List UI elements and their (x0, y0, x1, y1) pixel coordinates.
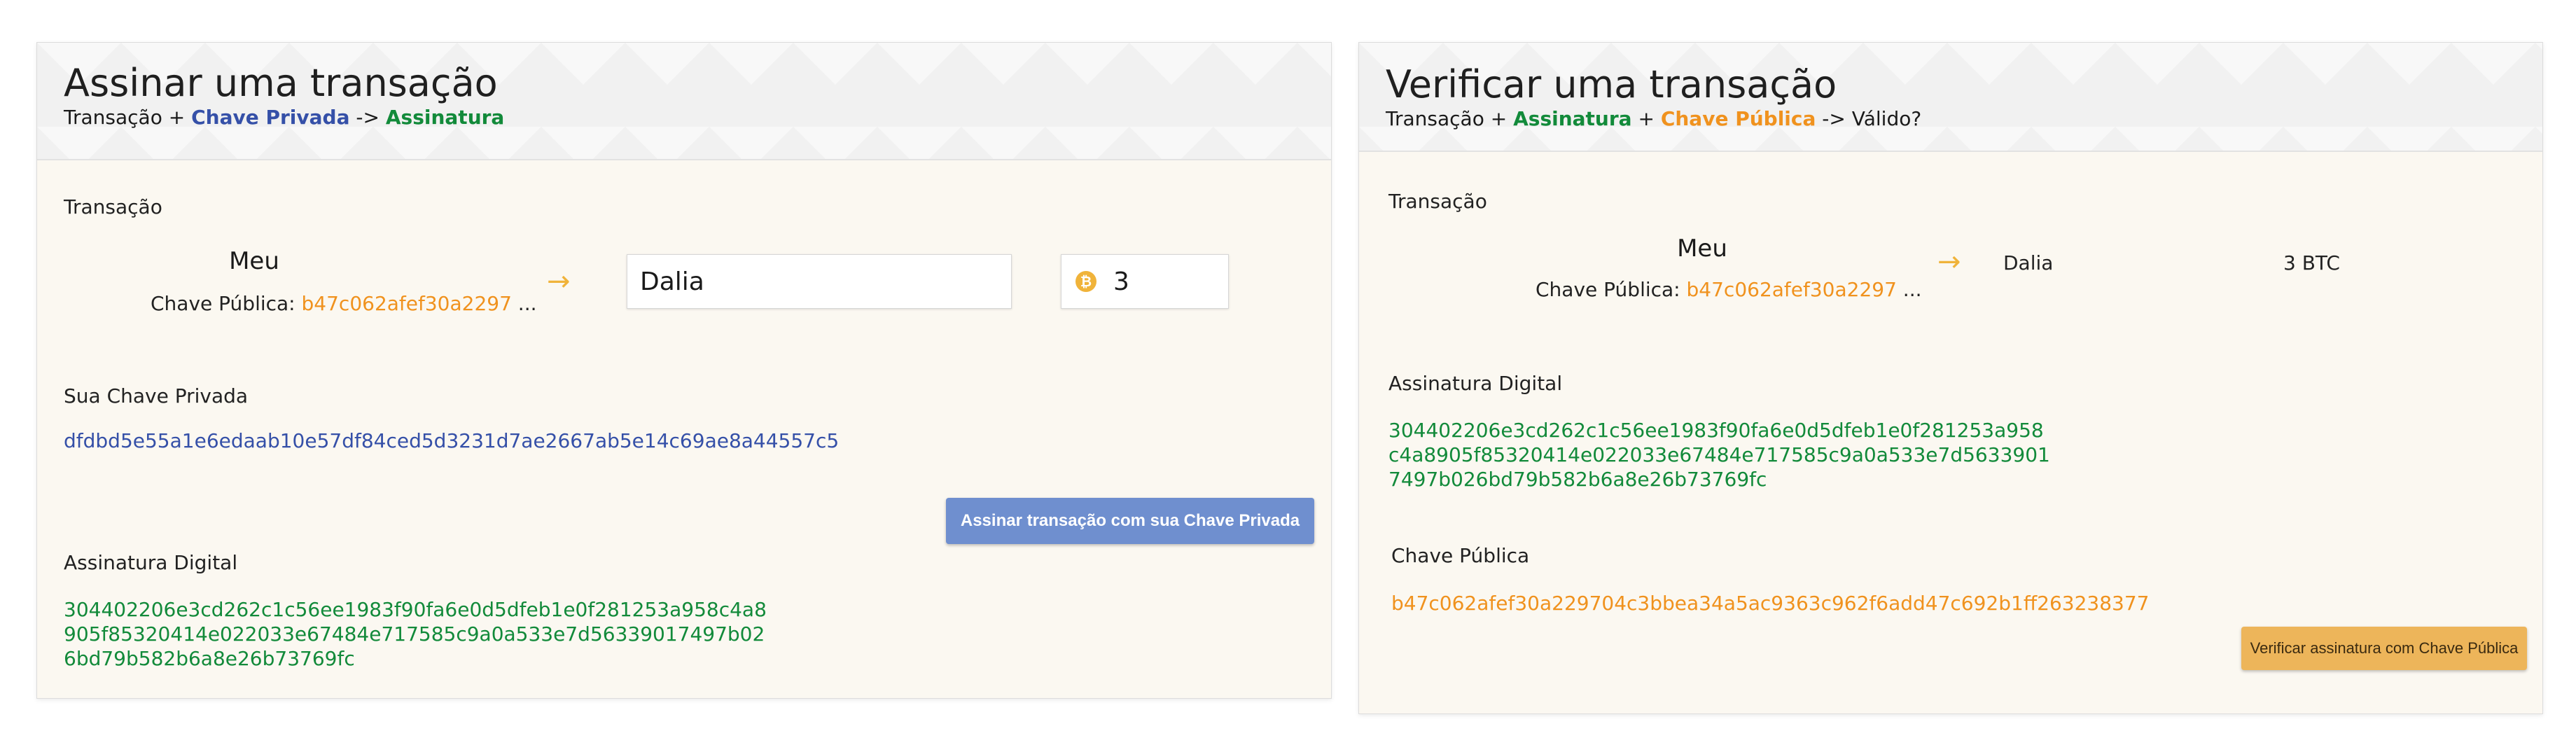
public-key-label: Chave Pública: (151, 292, 302, 315)
subtitle-text: Transação + (1386, 107, 1514, 130)
subtitle-signature: Assinatura (1513, 107, 1632, 130)
public-key-short: b47c062afef30a2297 (1686, 278, 1897, 301)
verify-panel-title: Verificar uma transação (1386, 62, 1837, 106)
bitcoin-icon: ₿ (1075, 271, 1096, 292)
sign-panel-title: Assinar uma transação (64, 61, 498, 105)
recipient-value: Dalia (2003, 251, 2054, 274)
subtitle-signature: Assinatura (385, 106, 505, 129)
subtitle-text: Transação + (64, 106, 192, 129)
amount-value: 3 (1113, 267, 1129, 296)
private-key-label: Sua Chave Privada (64, 384, 249, 408)
sign-transaction-button[interactable]: Assinar transação com sua Chave Privada (946, 498, 1314, 544)
amount-value: 3 BTC (2283, 251, 2340, 274)
ellipsis: ... (511, 292, 537, 315)
sender-public-key: Chave Pública: b47c062afef30a2297 ... (1536, 278, 1922, 301)
subtitle-text: -> (349, 106, 386, 129)
sender-name-text: Meu (229, 247, 279, 275)
subtitle-public-key: Chave Pública (1660, 107, 1816, 130)
public-key-section-label: Chave Pública (1391, 544, 1530, 567)
verify-panel-subtitle: Transação + Assinatura + Chave Pública -… (1386, 107, 1921, 130)
public-key-short: b47c062afef30a2297 (301, 292, 512, 315)
recipient-value: Dalia (640, 267, 704, 296)
digital-signature-value: 304402206e3cd262c1c56ee1983f90fa6e0d5dfe… (64, 598, 767, 670)
sign-panel-subtitle: Transação + Chave Privada -> Assinatura (64, 106, 504, 129)
subtitle-text: + (1631, 107, 1661, 130)
verify-panel-header: Verificar uma transação Transação + Assi… (1359, 43, 2542, 152)
digital-signature-value: 304402206e3cd262c1c56ee1983f90fa6e0d5dfe… (1388, 419, 2050, 491)
transaction-label: Transação (64, 195, 162, 218)
sender-name: Meu (142, 247, 366, 275)
public-key-value[interactable]: b47c062afef30a229704c3bbea34a5ac9363c962… (1391, 592, 2149, 615)
private-key-value[interactable]: dfdbd5e55a1e6edaab10e57df84ced5d3231d7ae… (64, 429, 839, 452)
sender-public-key: Chave Pública: b47c062afef30a2297 ... (151, 292, 537, 315)
subtitle-text: -> Válido? (1816, 107, 1922, 130)
recipient-input[interactable]: Dalia (627, 254, 1012, 309)
amount-input[interactable]: ₿ 3 (1061, 254, 1229, 309)
arrow-right-icon: → (1937, 246, 1961, 278)
sender-name-text: Meu (1677, 235, 1727, 263)
subtitle-private-key: Chave Privada (191, 106, 350, 129)
verify-transaction-panel: Verificar uma transação Transação + Assi… (1358, 42, 2543, 714)
sign-transaction-panel: Assinar uma transação Transação + Chave … (36, 42, 1332, 699)
arrow-right-icon: → (547, 265, 571, 298)
ellipsis: ... (1896, 278, 1922, 301)
digital-signature-label: Assinatura Digital (1388, 372, 1563, 395)
transaction-label: Transação (1388, 190, 1487, 213)
sender-name: Meu (1597, 235, 1807, 263)
public-key-label: Chave Pública: (1536, 278, 1687, 301)
digital-signature-label: Assinatura Digital (64, 551, 238, 574)
verify-signature-button[interactable]: Verificar assinatura com Chave Pública (2241, 627, 2527, 670)
sign-panel-header: Assinar uma transação Transação + Chave … (37, 43, 1331, 160)
